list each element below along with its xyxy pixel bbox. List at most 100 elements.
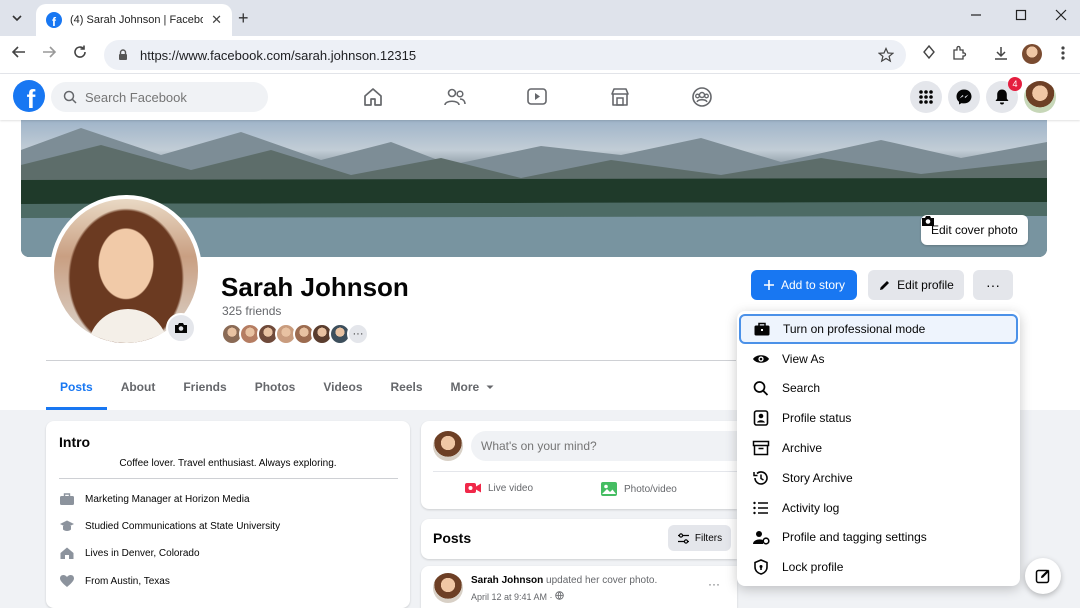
profile-more-menu: Turn on professional mode View As Search… — [737, 311, 1020, 586]
posts-header-card: Posts Filters — [421, 519, 737, 559]
post-composer: Live video Photo/video — [421, 421, 737, 509]
menu-item-activity-log[interactable]: Activity log — [739, 493, 1018, 523]
menu-item-lock-profile[interactable]: Lock profile — [739, 552, 1018, 582]
more-friends-button[interactable]: ··· — [347, 323, 369, 345]
facebook-search[interactable] — [51, 82, 268, 112]
friend-avatars: ··· — [221, 323, 369, 345]
back-button[interactable] — [8, 44, 30, 65]
browser-tabstrip: f (4) Sarah Johnson | Facebook ✕ + — [0, 0, 1080, 36]
facebook-logo-icon[interactable]: f — [13, 80, 45, 112]
post-more-button[interactable]: ··· — [708, 577, 720, 591]
chrome-profile-avatar[interactable] — [1022, 44, 1042, 64]
plus-icon — [763, 280, 774, 290]
tab-about[interactable]: About — [107, 364, 170, 410]
nav-friends[interactable] — [442, 84, 468, 110]
photo-video-button[interactable]: Photo/video — [600, 481, 677, 497]
window-close-button[interactable] — [1049, 8, 1073, 24]
compose-icon — [1035, 569, 1050, 584]
composer-avatar[interactable] — [433, 431, 463, 461]
groups-icon — [692, 87, 712, 107]
notifications-button[interactable]: 4 — [986, 77, 1022, 113]
kebab-menu-icon — [1061, 46, 1065, 60]
post-author[interactable]: Sarah Johnson — [471, 575, 543, 586]
nav-home[interactable] — [360, 84, 386, 110]
intro-hometown: From Austin, Texas — [59, 574, 170, 588]
update-profile-picture-button[interactable] — [166, 313, 196, 343]
friend-count[interactable]: 325 friends — [222, 304, 281, 318]
tab-reels[interactable]: Reels — [377, 364, 437, 410]
bookmark-star-icon[interactable] — [878, 47, 894, 63]
extensions-menu-button[interactable] — [948, 45, 970, 65]
messenger-button[interactable] — [948, 81, 980, 113]
new-tab-button[interactable]: + — [238, 8, 249, 28]
bell-icon — [995, 89, 1009, 105]
briefcase-icon — [754, 322, 770, 336]
menu-item-archive[interactable]: Archive — [739, 433, 1018, 463]
search-input[interactable] — [85, 89, 255, 105]
intro-education: Studied Communications at State Universi… — [59, 519, 280, 533]
tab-photos[interactable]: Photos — [241, 364, 310, 410]
nav-watch[interactable] — [524, 84, 550, 110]
menu-item-view-as[interactable]: View As — [739, 344, 1018, 374]
filters-label: Filters — [694, 532, 723, 544]
reload-button[interactable] — [69, 44, 91, 65]
add-to-story-label: Add to story — [780, 278, 846, 292]
search-icon — [63, 90, 77, 104]
intro-title: Intro — [59, 434, 91, 450]
pencil-icon — [880, 280, 890, 290]
tab-label: Reels — [390, 380, 423, 394]
browser-tab[interactable]: f (4) Sarah Johnson | Facebook ✕ — [36, 4, 232, 36]
menu-item-story-archive[interactable]: Story Archive — [739, 463, 1018, 493]
tab-friends[interactable]: Friends — [169, 364, 240, 410]
filters-button[interactable]: Filters — [668, 525, 731, 551]
user-settings-icon — [753, 531, 770, 546]
photo-video-label: Photo/video — [624, 483, 677, 495]
watch-icon — [527, 88, 547, 105]
live-video-button[interactable]: Live video — [464, 481, 533, 495]
whats-on-your-mind-input[interactable] — [471, 431, 737, 461]
extension-button[interactable] — [918, 44, 940, 63]
account-avatar[interactable] — [1024, 81, 1056, 113]
tab-label: Videos — [323, 380, 363, 394]
tab-posts[interactable]: Posts — [46, 364, 107, 410]
new-message-button[interactable] — [1025, 558, 1061, 594]
search-icon — [753, 381, 769, 397]
tab-close-button[interactable]: ✕ — [211, 12, 222, 28]
post-author-avatar[interactable] — [433, 573, 463, 603]
profile-tabs: Posts About Friends Photos Videos Reels More — [46, 364, 509, 410]
menu-item-label: Search — [782, 381, 821, 396]
tab-videos[interactable]: Videos — [309, 364, 376, 410]
post-time-text: April 12 at 9:41 AM · — [471, 592, 553, 602]
live-video-label: Live video — [488, 482, 534, 494]
url-text[interactable]: https://www.facebook.com/sarah.johnson.1… — [140, 48, 868, 63]
chrome-menu-button[interactable] — [1052, 45, 1074, 65]
menu-item-search[interactable]: Search — [739, 374, 1018, 404]
address-bar[interactable]: https://www.facebook.com/sarah.johnson.1… — [104, 40, 906, 70]
add-to-story-button[interactable]: Add to story — [751, 270, 857, 300]
profile-picture-shirt — [88, 309, 168, 343]
briefcase-icon — [60, 493, 74, 505]
intro-location-text: Lives in Denver, Colorado — [85, 547, 200, 559]
edit-cover-photo-button[interactable]: Edit cover photo — [921, 215, 1028, 245]
tab-more[interactable]: More — [437, 364, 510, 410]
menu-button[interactable] — [910, 81, 942, 113]
arrow-left-icon — [11, 46, 25, 58]
downloads-button[interactable] — [990, 45, 1012, 65]
menu-item-professional-mode[interactable]: Turn on professional mode — [739, 314, 1018, 344]
post-action: updated her cover photo. — [546, 575, 658, 586]
menu-item-profile-tagging-settings[interactable]: Profile and tagging settings — [739, 523, 1018, 553]
house-icon — [60, 547, 74, 559]
home-icon — [364, 88, 382, 106]
facebook-top-nav: f 4 — [0, 74, 1080, 120]
forward-button[interactable] — [38, 44, 60, 65]
profile-more-button[interactable]: ··· — [973, 270, 1013, 300]
minimize-button[interactable] — [964, 8, 988, 24]
post-timestamp[interactable]: April 12 at 9:41 AM · — [471, 591, 564, 602]
maximize-button[interactable] — [1009, 8, 1033, 24]
menu-item-profile-status[interactable]: Profile status — [739, 403, 1018, 433]
tab-search-button[interactable] — [6, 8, 28, 28]
nav-marketplace[interactable] — [607, 84, 633, 110]
edit-profile-button[interactable]: Edit profile — [868, 270, 964, 300]
intro-work-text: Marketing Manager at Horizon Media — [85, 493, 250, 505]
nav-groups[interactable] — [689, 84, 715, 110]
